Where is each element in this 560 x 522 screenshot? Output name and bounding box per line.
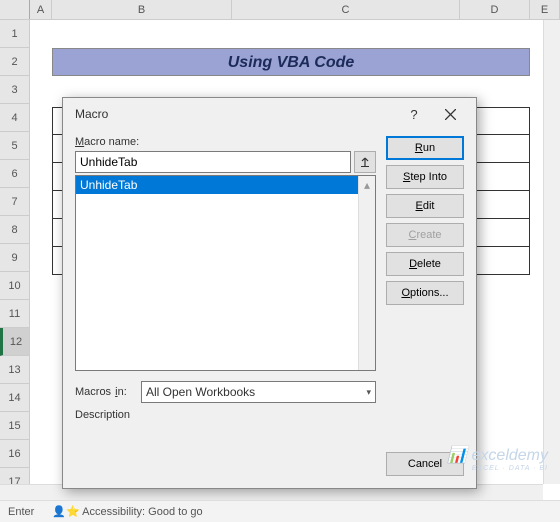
col-header-b[interactable]: B [52, 0, 232, 19]
options-button[interactable]: Options... [386, 281, 464, 305]
row-header[interactable]: 11 [0, 300, 29, 328]
row-header[interactable]: 14 [0, 384, 29, 412]
accessibility-icon: 👤⭐ [52, 506, 79, 518]
macros-in-select[interactable]: All Open Workbooks ▾ [141, 381, 376, 403]
row-header[interactable]: 16 [0, 440, 29, 468]
vertical-scrollbar[interactable] [543, 20, 560, 484]
close-button[interactable] [432, 100, 468, 128]
accessibility-status[interactable]: 👤⭐ Accessibility: Good to go [52, 505, 202, 518]
macro-name-label: Macro name: [75, 136, 376, 148]
row-header[interactable]: 5 [0, 132, 29, 160]
col-header-c[interactable]: C [232, 0, 460, 19]
row-header[interactable]: 6 [0, 160, 29, 188]
macro-listbox[interactable]: UnhideTab ▴ [75, 175, 376, 371]
row-header[interactable]: 1 [0, 20, 29, 48]
row-header[interactable]: 4 [0, 104, 29, 132]
macro-dialog: Macro ? Macro name: UnhideTab ▴ Macros i… [62, 97, 477, 489]
chevron-up-icon[interactable]: ▴ [359, 176, 375, 193]
row-header[interactable]: 3 [0, 76, 29, 104]
col-header-a[interactable]: A [30, 0, 52, 19]
status-mode: Enter [8, 506, 34, 518]
chevron-down-icon: ▾ [366, 387, 371, 398]
dialog-titlebar[interactable]: Macro ? [63, 98, 476, 130]
row-header[interactable]: 2 [0, 48, 29, 76]
status-bar: Enter 👤⭐ Accessibility: Good to go [0, 500, 560, 522]
run-button[interactable]: Run [386, 136, 464, 160]
help-button[interactable]: ? [396, 100, 432, 128]
row-header[interactable]: 15 [0, 412, 29, 440]
macro-list-item[interactable]: UnhideTab [76, 176, 375, 194]
row-header[interactable]: 9 [0, 244, 29, 272]
step-into-button[interactable]: Step Into [386, 165, 464, 189]
row-header[interactable]: 13 [0, 356, 29, 384]
col-header-d[interactable]: D [460, 0, 530, 19]
listbox-scrollbar[interactable]: ▴ [358, 176, 375, 370]
macros-in-value: All Open Workbooks [146, 385, 255, 399]
collapse-dialog-button[interactable] [354, 151, 376, 173]
row-header[interactable]: 10 [0, 272, 29, 300]
create-button: Create [386, 223, 464, 247]
macro-name-input[interactable] [75, 151, 351, 173]
row-header[interactable]: 12 [0, 328, 29, 356]
close-icon [445, 109, 456, 120]
select-all-cell[interactable] [0, 0, 30, 19]
row-header[interactable]: 7 [0, 188, 29, 216]
col-header-e[interactable]: E [530, 0, 560, 19]
edit-button[interactable]: Edit [386, 194, 464, 218]
sheet-title-cell[interactable]: Using VBA Code [52, 48, 530, 76]
cancel-button[interactable]: Cancel [386, 452, 464, 476]
column-headers: A B C D E [0, 0, 560, 20]
row-header[interactable]: 8 [0, 216, 29, 244]
delete-button[interactable]: Delete [386, 252, 464, 276]
macros-in-label: Macros in: [75, 386, 133, 398]
row-headers: 1 2 3 4 5 6 7 8 9 10 11 12 13 14 15 16 1… [0, 20, 30, 496]
dialog-title: Macro [75, 107, 396, 121]
arrow-up-icon [360, 157, 370, 167]
description-label: Description [75, 409, 376, 421]
